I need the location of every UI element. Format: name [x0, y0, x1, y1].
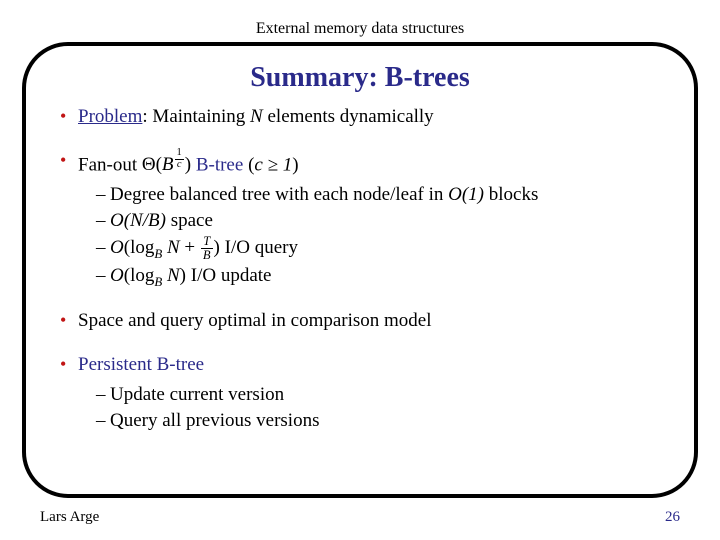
page-header: External memory data structures: [0, 0, 720, 38]
sub-space-b: space: [166, 210, 213, 231]
frac-num: 1: [175, 148, 184, 159]
fanout-sublist: Degree balanced tree with each node/leaf…: [78, 182, 660, 291]
exponent-frac: 1c: [175, 148, 184, 170]
sub-update: O(logB N) I/O update: [96, 263, 660, 290]
bullet-persistent: Persistent B-tree Update current version…: [60, 352, 660, 434]
footer-author: Lars Arge: [40, 509, 99, 526]
bullet-optimal: Space and query optimal in comparison mo…: [60, 308, 660, 334]
persistent-label: Persistent B-tree: [78, 354, 204, 375]
sub-degree: Degree balanced tree with each node/leaf…: [96, 182, 660, 208]
sub-query: O(logB N + TB) I/O query: [96, 235, 660, 262]
Nu: N: [167, 265, 180, 286]
sub-degree-b: blocks: [484, 184, 538, 205]
bullet-fanout: Fan-out Θ(B1c) B-tree (c ≥ 1) Degree bal…: [60, 148, 660, 291]
Nq: N: [167, 237, 180, 258]
btree-word: B-tree: [191, 154, 248, 175]
sub-space: O(N/B) space: [96, 208, 660, 234]
problem-label: Problem: [78, 106, 142, 127]
theta-symbol: Θ: [142, 154, 156, 175]
query-complexity: O(logB N + TB): [110, 237, 220, 258]
persistent-sublist: Update current version Query all previou…: [78, 382, 660, 434]
per-update: Update current version: [96, 382, 660, 408]
problem-text: : Maintaining: [142, 106, 250, 127]
log: log: [130, 237, 154, 258]
O1: O(1): [448, 184, 484, 205]
logsub2: B: [154, 274, 162, 289]
O-sym2: O: [110, 265, 124, 286]
bullet-list: Problem: Maintaining N elements dynamica…: [60, 104, 660, 434]
footer-page-number: 26: [665, 509, 680, 526]
slide-frame: Summary: B-trees Problem: Maintaining N …: [22, 42, 698, 498]
cge1: c ≥ 1: [254, 154, 292, 175]
update-complexity: O(logB N): [110, 265, 186, 286]
per-query: Query all previous versions: [96, 408, 660, 434]
var-B: B: [162, 154, 174, 175]
sub-degree-a: Degree balanced tree with each node/leaf…: [110, 184, 448, 205]
close-paren-2: ): [292, 154, 298, 175]
logsub: B: [154, 246, 162, 261]
c-constraint: (c ≥ 1): [248, 154, 299, 175]
var-N: N: [250, 106, 263, 127]
O-sym: O: [110, 237, 124, 258]
log2: log: [130, 265, 154, 286]
fanout-lead: Fan-out: [78, 154, 142, 175]
T: T: [201, 235, 213, 249]
sub-query-tail: I/O query: [220, 237, 298, 258]
plus: +: [180, 237, 200, 258]
frac-den: c: [175, 160, 184, 170]
Bden: B: [201, 249, 213, 262]
sub-space-a: O(N/B): [110, 210, 166, 231]
problem-tail: elements dynamically: [263, 106, 434, 127]
bullet-problem: Problem: Maintaining N elements dynamica…: [60, 104, 660, 130]
slide-title: Summary: B-trees: [60, 62, 660, 94]
TB-frac: TB: [201, 235, 213, 261]
sub-update-tail: I/O update: [186, 265, 271, 286]
theta-expr: Θ(B1c): [142, 154, 191, 175]
